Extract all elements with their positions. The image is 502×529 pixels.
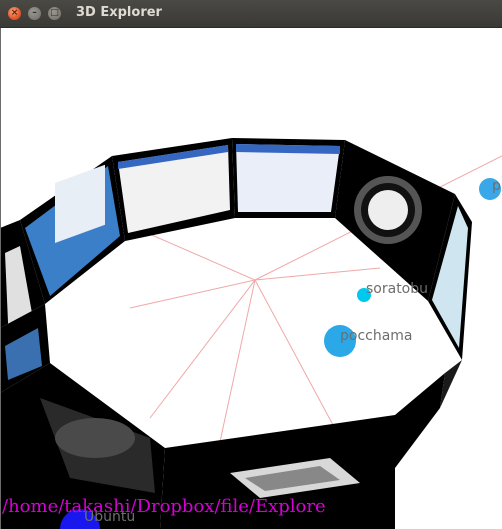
close-icon: × <box>10 8 19 18</box>
3d-viewport[interactable] <box>0 28 502 529</box>
maximize-button[interactable]: □ <box>48 7 61 20</box>
node-label-p[interactable]: p <box>492 178 501 194</box>
node-label-pocchama[interactable]: pocchama <box>340 328 413 344</box>
close-button[interactable]: × <box>8 7 21 20</box>
maximize-icon: □ <box>50 8 59 18</box>
minimize-icon: – <box>32 8 37 18</box>
scene-canvas[interactable] <box>0 28 502 529</box>
minimize-button[interactable]: – <box>28 7 41 20</box>
current-path-label: /home/takashi/Dropbox/file/Explore <box>2 496 326 517</box>
window-border <box>0 28 1 529</box>
window-title: 3D Explorer <box>76 5 162 20</box>
node-label-soratobu[interactable]: soratobu <box>366 281 428 297</box>
title-bar[interactable]: × – □ 3D Explorer <box>0 0 502 28</box>
